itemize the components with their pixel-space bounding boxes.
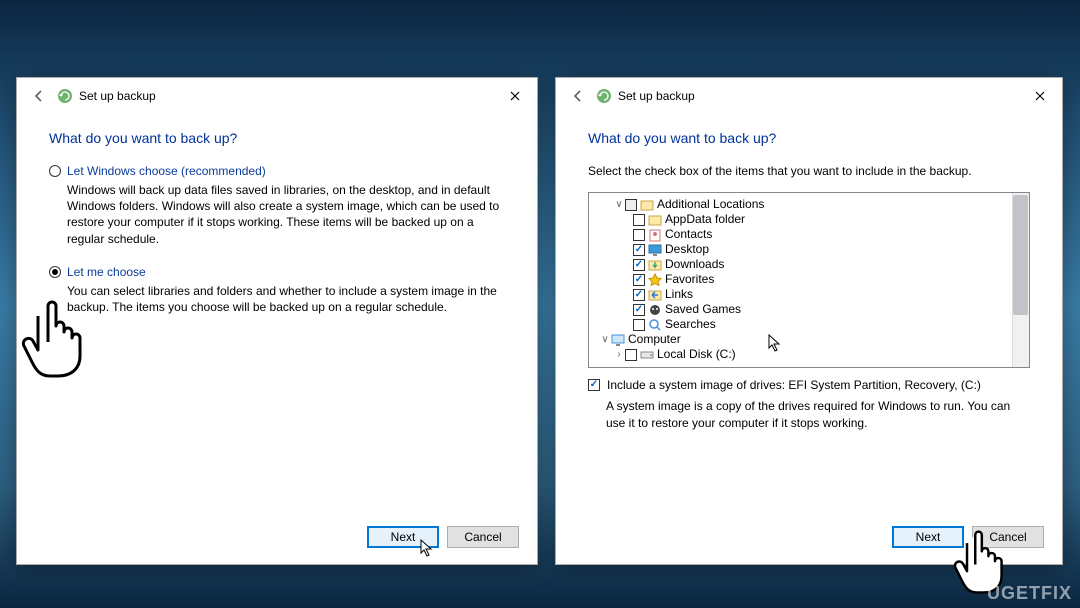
folder-icon xyxy=(648,213,662,227)
include-system-image[interactable]: Include a system image of drives: EFI Sy… xyxy=(588,378,1030,392)
instruction-text: Select the check box of the items that y… xyxy=(588,164,1030,178)
tree-label: Contacts xyxy=(665,227,712,242)
tree-node-computer[interactable]: ∨ Computer xyxy=(591,332,1027,347)
close-button[interactable] xyxy=(501,86,529,106)
button-row: Next Cancel xyxy=(367,526,519,548)
back-arrow-icon[interactable] xyxy=(568,86,588,106)
cancel-label: Cancel xyxy=(989,530,1026,544)
drive-icon xyxy=(640,348,654,362)
checkbox-icon[interactable] xyxy=(633,274,645,286)
desktop-icon xyxy=(648,243,662,257)
window-title: Set up backup xyxy=(618,89,695,103)
next-label: Next xyxy=(916,530,941,544)
cancel-button[interactable]: Cancel xyxy=(972,526,1044,548)
collapse-icon[interactable]: ∨ xyxy=(613,197,625,212)
content-area: What do you want to back up? Let Windows… xyxy=(17,114,537,315)
contacts-icon xyxy=(648,228,662,242)
button-row: Next Cancel xyxy=(892,526,1044,548)
tree-label: Computer xyxy=(628,332,681,347)
checkbox-icon[interactable] xyxy=(625,199,637,211)
links-icon xyxy=(648,288,662,302)
backup-icon xyxy=(57,88,73,104)
tree-item[interactable]: Links xyxy=(591,287,1027,302)
tree-label: Downloads xyxy=(665,257,724,272)
locations-icon xyxy=(640,198,654,212)
tree-item[interactable]: AppData folder xyxy=(591,212,1027,227)
watermark: UGETFIX xyxy=(987,583,1072,604)
close-button[interactable] xyxy=(1026,86,1054,106)
tree-label: AppData folder xyxy=(665,212,745,227)
tree-inner: ∨ Additional Locations AppData folderCon… xyxy=(589,193,1029,366)
tree-item[interactable]: Downloads xyxy=(591,257,1027,272)
expand-icon[interactable]: › xyxy=(613,347,625,362)
next-button[interactable]: Next xyxy=(367,526,439,548)
collapse-icon[interactable]: ∨ xyxy=(599,332,611,347)
checkbox-icon[interactable] xyxy=(633,214,645,226)
checkbox-icon[interactable] xyxy=(633,244,645,256)
page-heading: What do you want to back up? xyxy=(49,130,505,146)
tree-label: Local Disk (C:) xyxy=(657,347,736,362)
radio-icon xyxy=(49,165,61,177)
system-image-description: A system image is a copy of the drives r… xyxy=(606,398,1030,432)
favorites-icon xyxy=(648,273,662,287)
page-heading: What do you want to back up? xyxy=(588,130,1030,146)
computer-icon xyxy=(611,333,625,347)
search-icon xyxy=(648,318,662,332)
tree-label: Favorites xyxy=(665,272,714,287)
checkbox-icon[interactable] xyxy=(633,229,645,241)
next-button[interactable]: Next xyxy=(892,526,964,548)
backup-wizard-step2: Set up backup What do you want to back u… xyxy=(555,77,1063,565)
tree-node-local-disk[interactable]: › Local Disk (C:) xyxy=(591,347,1027,362)
titlebar: Set up backup xyxy=(556,78,1062,114)
option-let-windows-choose[interactable]: Let Windows choose (recommended) xyxy=(49,164,505,178)
tree-label: Desktop xyxy=(665,242,709,257)
scrollbar[interactable] xyxy=(1012,193,1029,367)
games-icon xyxy=(648,303,662,317)
tree-node-additional-locations[interactable]: ∨ Additional Locations xyxy=(591,197,1027,212)
radio-icon xyxy=(49,266,61,278)
tree-item[interactable]: Searches xyxy=(591,317,1027,332)
checkbox-icon[interactable] xyxy=(633,289,645,301)
back-arrow-icon[interactable] xyxy=(29,86,49,106)
tree-label: Additional Locations xyxy=(657,197,764,212)
titlebar: Set up backup xyxy=(17,78,537,114)
tree-label: Searches xyxy=(665,317,716,332)
checkbox-icon[interactable] xyxy=(633,259,645,271)
option1-description: Windows will back up data files saved in… xyxy=(67,182,505,247)
tree-item[interactable]: Contacts xyxy=(591,227,1027,242)
tree-item[interactable]: Favorites xyxy=(591,272,1027,287)
cancel-label: Cancel xyxy=(464,530,501,544)
checkbox-icon[interactable] xyxy=(588,379,600,391)
backup-items-tree[interactable]: ∨ Additional Locations AppData folderCon… xyxy=(588,192,1030,368)
tree-item[interactable]: Saved Games xyxy=(591,302,1027,317)
radio-label: Let me choose xyxy=(67,265,146,279)
backup-icon xyxy=(596,88,612,104)
checkbox-icon[interactable] xyxy=(633,319,645,331)
backup-wizard-step1: Set up backup What do you want to back u… xyxy=(16,77,538,565)
content-area: What do you want to back up? Select the … xyxy=(556,114,1062,432)
tree-item[interactable]: Desktop xyxy=(591,242,1027,257)
scrollbar-thumb[interactable] xyxy=(1013,195,1028,315)
option-let-me-choose[interactable]: Let me choose xyxy=(49,265,505,279)
radio-label: Let Windows choose (recommended) xyxy=(67,164,266,178)
next-label: Next xyxy=(391,530,416,544)
downloads-icon xyxy=(648,258,662,272)
tree-label: Links xyxy=(665,287,693,302)
checkbox-icon[interactable] xyxy=(633,304,645,316)
checkbox-icon[interactable] xyxy=(625,349,637,361)
window-title: Set up backup xyxy=(79,89,156,103)
cancel-button[interactable]: Cancel xyxy=(447,526,519,548)
option2-description: You can select libraries and folders and… xyxy=(67,283,505,315)
system-image-label: Include a system image of drives: EFI Sy… xyxy=(607,378,981,392)
tree-label: Saved Games xyxy=(665,302,741,317)
